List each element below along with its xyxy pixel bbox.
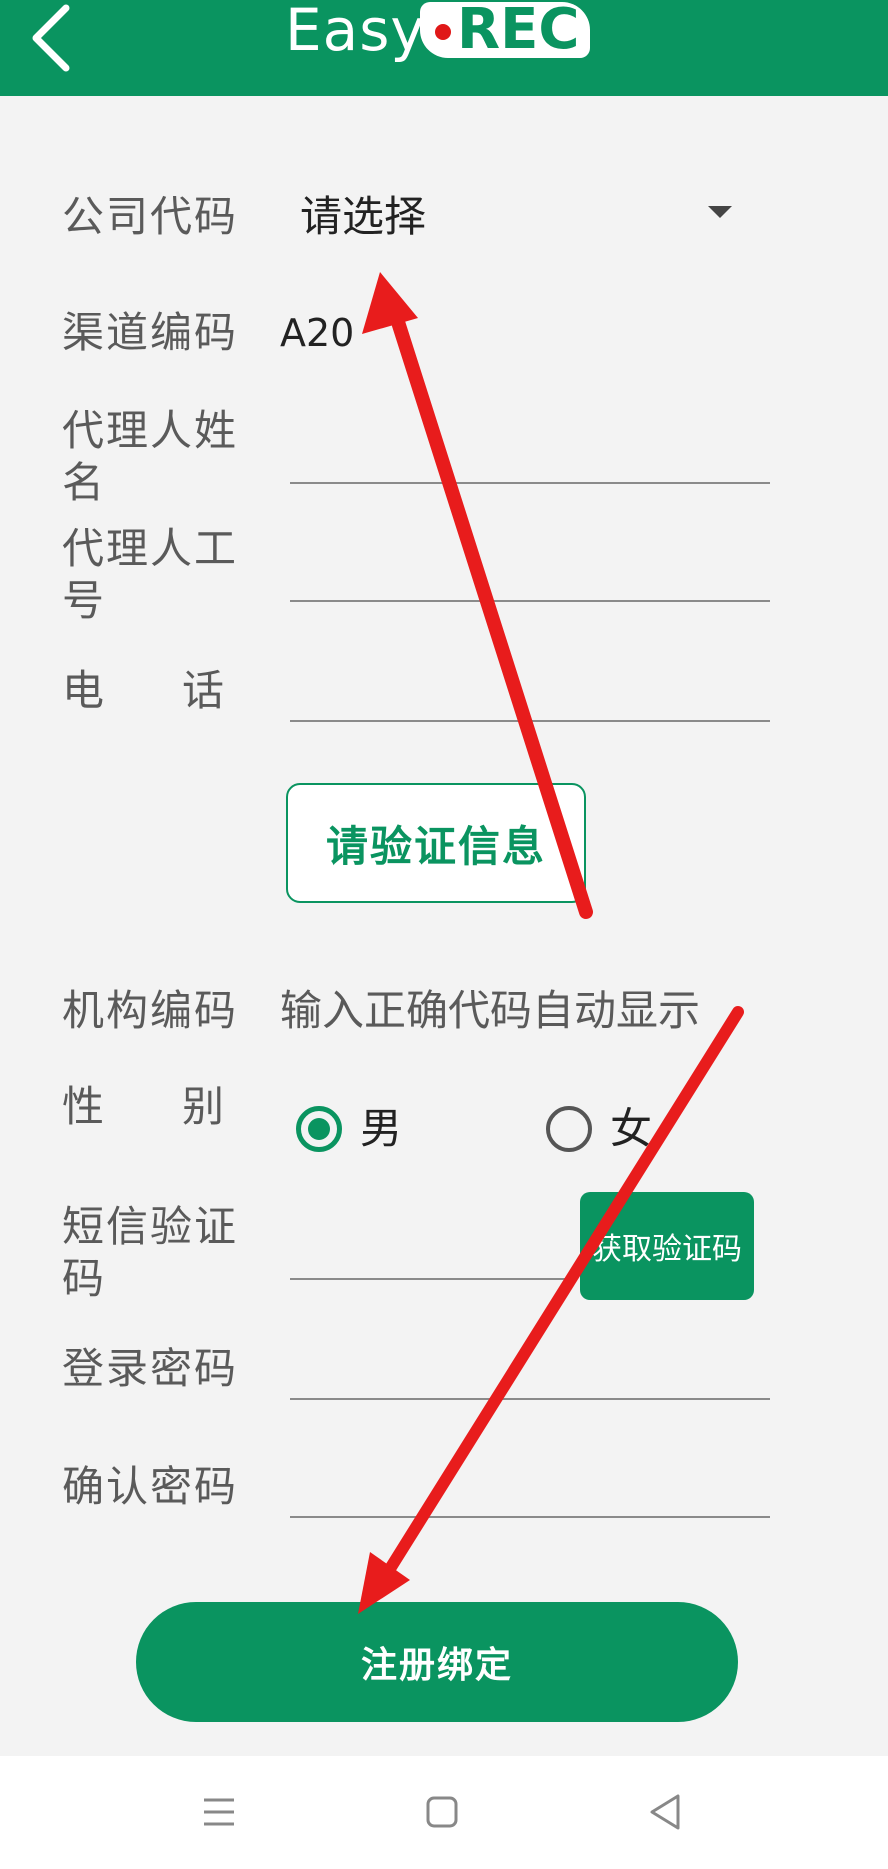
logo-rec-text: REC bbox=[457, 0, 580, 62]
confirm-password-label: 确认密码 bbox=[62, 1462, 239, 1511]
sms-code-label: 短信验证 码 bbox=[62, 1198, 252, 1308]
login-password-input[interactable] bbox=[290, 1340, 770, 1400]
agent-id-label: 代理人工 号 bbox=[62, 520, 252, 630]
agent-name-label-line1: 代理人姓 bbox=[62, 406, 239, 455]
confirm-password-input[interactable] bbox=[290, 1458, 770, 1518]
home-button[interactable] bbox=[412, 1782, 472, 1842]
gender-female-radio[interactable] bbox=[546, 1106, 592, 1152]
back-nav-button[interactable] bbox=[636, 1782, 696, 1842]
logo-easy-text: Easy bbox=[285, 0, 426, 64]
gender-male-radio[interactable] bbox=[296, 1106, 342, 1152]
channel-code-value: A20 bbox=[280, 311, 355, 355]
agent-name-label: 代理人姓 名 bbox=[62, 402, 252, 512]
system-nav-bar bbox=[0, 1756, 888, 1869]
get-sms-code-button[interactable]: 获取验证码 bbox=[580, 1192, 754, 1300]
agent-id-label-line2: 号 bbox=[62, 576, 107, 625]
agent-name-input[interactable] bbox=[290, 424, 770, 484]
sms-code-label-line2: 码 bbox=[62, 1254, 107, 1303]
org-code-label: 机构编码 bbox=[62, 986, 239, 1035]
phone-label: 电 话 bbox=[62, 662, 226, 720]
phone-label-char2: 话 bbox=[181, 666, 226, 715]
annotation-arrows bbox=[358, 272, 744, 1614]
menu-button[interactable] bbox=[188, 1782, 248, 1842]
phone-input[interactable] bbox=[290, 662, 770, 722]
login-password-label: 登录密码 bbox=[62, 1344, 239, 1393]
org-code-value: 输入正确代码自动显示 bbox=[280, 986, 701, 1035]
gender-male-label[interactable]: 男 bbox=[360, 1100, 402, 1158]
sms-code-label-line1: 短信验证 bbox=[62, 1202, 239, 1251]
chevron-down-icon[interactable] bbox=[708, 206, 732, 218]
phone-label-char1: 电 bbox=[62, 666, 107, 715]
gender-label: 性 别 bbox=[62, 1078, 226, 1136]
gender-female-label[interactable]: 女 bbox=[610, 1100, 652, 1158]
arrow-to-register-button bbox=[358, 1006, 744, 1614]
sms-code-input[interactable] bbox=[290, 1220, 570, 1280]
company-code-select[interactable]: 请选择 bbox=[300, 188, 426, 246]
agent-name-label-line2: 名 bbox=[62, 458, 107, 507]
gender-label-char1: 性 bbox=[62, 1082, 107, 1131]
menu-icon bbox=[204, 1798, 234, 1826]
gender-label-char2: 别 bbox=[181, 1082, 226, 1131]
agent-id-label-line1: 代理人工 bbox=[62, 524, 239, 573]
easyrec-logo: Easy REC bbox=[285, 0, 595, 68]
company-code-label: 公司代码 bbox=[62, 192, 239, 241]
register-bind-button[interactable]: 注册绑定 bbox=[136, 1602, 738, 1722]
agent-id-input[interactable] bbox=[290, 542, 770, 602]
verify-info-button[interactable]: 请验证信息 bbox=[286, 783, 586, 903]
home-square-icon bbox=[426, 1796, 458, 1828]
channel-code-label: 渠道编码 bbox=[62, 308, 239, 357]
chevron-left-icon bbox=[32, 4, 70, 72]
logo-record-dot bbox=[435, 24, 451, 40]
back-button[interactable] bbox=[18, 0, 88, 80]
app-bar: Easy REC bbox=[0, 0, 888, 96]
back-triangle-icon bbox=[650, 1794, 680, 1830]
